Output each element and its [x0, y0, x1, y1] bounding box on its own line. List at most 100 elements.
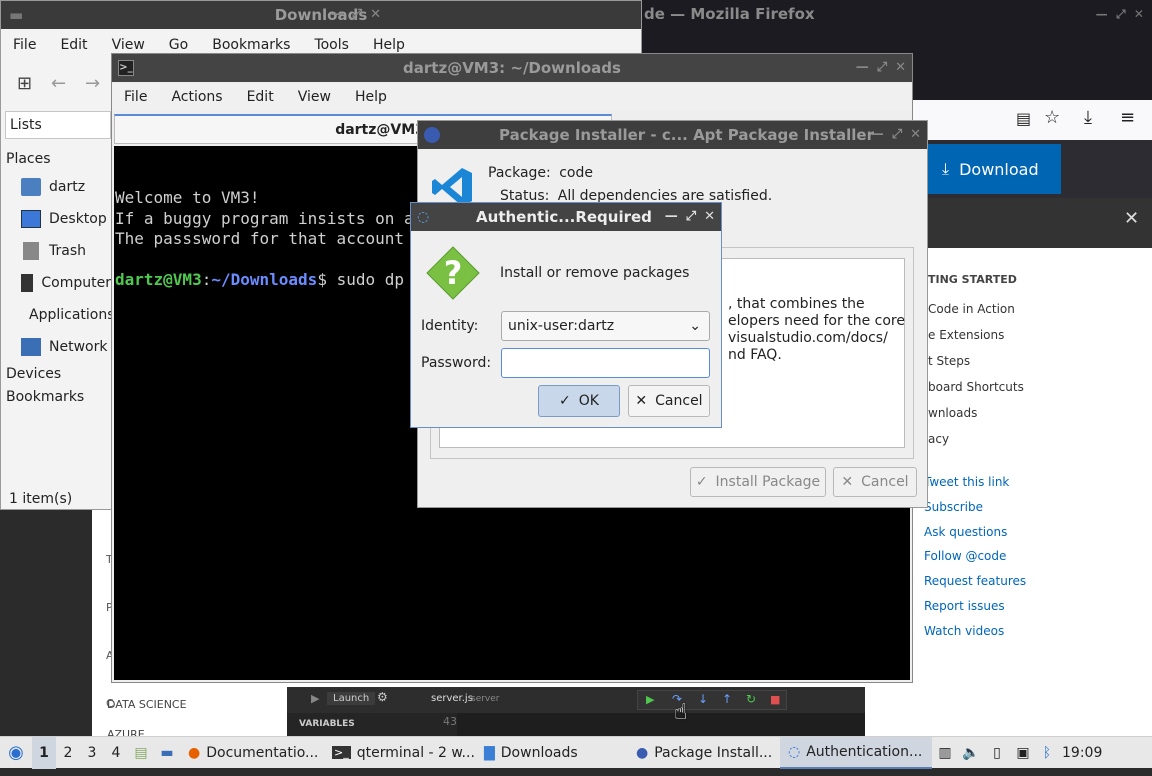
- start-menu-icon[interactable]: ◉: [0, 737, 32, 769]
- bookmarks-label[interactable]: Bookmarks: [5, 386, 111, 409]
- step-out-icon: ↑: [722, 692, 733, 706]
- line-number: 43: [443, 715, 457, 728]
- forward-icon[interactable]: →: [85, 73, 100, 94]
- network-tray-icon[interactable]: ▣: [1010, 745, 1036, 761]
- menu-edit[interactable]: Edit: [48, 31, 99, 59]
- reader-icon[interactable]: ▤: [1016, 109, 1031, 128]
- menu-edit[interactable]: Edit: [235, 83, 286, 111]
- place-applications[interactable]: Applications: [5, 299, 115, 331]
- workspace-4[interactable]: 4: [104, 745, 128, 761]
- bookmark-star-icon[interactable]: ☆: [1044, 107, 1060, 128]
- installer-cancel-button[interactable]: ✕ Cancel: [833, 467, 917, 497]
- desktop-icon: [21, 210, 41, 228]
- task-firefox[interactable]: ● Documentatio...: [180, 737, 324, 769]
- devices-label[interactable]: Devices: [5, 363, 111, 386]
- download-icon: ⤓: [942, 159, 950, 178]
- taskbar: ◉ 1 2 3 4 ▤ ▬ ● Documentatio... >_ qtermin…: [0, 736, 1152, 769]
- show-desktop-icon[interactable]: ▬: [154, 745, 180, 761]
- firefox-window-controls[interactable]: — ⤢ ✕: [1096, 0, 1144, 28]
- place-trash[interactable]: Trash: [5, 235, 111, 267]
- password-label: Password:: [421, 355, 492, 371]
- side-item[interactable]: e Extensions: [928, 322, 1024, 348]
- task-authentication[interactable]: ◌ Authentication...: [780, 736, 932, 769]
- ok-button[interactable]: ✓ OK: [538, 385, 620, 417]
- link-tweet[interactable]: Tweet this link: [924, 470, 1026, 495]
- bluetooth-icon[interactable]: ᛒ: [1036, 745, 1058, 761]
- volume-icon[interactable]: 🔈: [958, 745, 984, 761]
- new-tab-icon[interactable]: ⊞: [17, 73, 32, 94]
- data-science-label[interactable]: DATA SCIENCE: [107, 698, 187, 711]
- identity-select[interactable]: unix-user:dartz ⌄: [501, 311, 710, 341]
- menu-help[interactable]: Help: [343, 83, 399, 111]
- auth-titlebar[interactable]: ◌ Authentic...Required — ⤢ ✕: [411, 203, 721, 231]
- side-item[interactable]: board Shortcuts: [928, 374, 1024, 400]
- tray-disk-icon[interactable]: ▥: [932, 745, 958, 761]
- package-label: Package:: [488, 165, 551, 181]
- auth-message: Install or remove packages: [500, 265, 690, 281]
- close-icon[interactable]: ✕: [1124, 208, 1139, 229]
- clipboard-icon[interactable]: ▯: [984, 745, 1010, 761]
- workspace-2[interactable]: 2: [56, 745, 80, 761]
- task-downloads[interactable]: ▇ Downloads: [476, 737, 628, 769]
- place-network[interactable]: Network: [5, 331, 111, 363]
- link-watch-videos[interactable]: Watch videos: [924, 619, 1026, 644]
- install-package-button[interactable]: ✓ Install Package: [690, 467, 826, 497]
- firefox-toolbar: ▤ ☆ ⤓ ≡: [912, 100, 1152, 140]
- link-report-issues[interactable]: Report issues: [924, 594, 1026, 619]
- password-input[interactable]: [501, 348, 710, 378]
- downloads-icon[interactable]: ⤓: [1084, 107, 1092, 128]
- terminal-titlebar[interactable]: >_ dartz@VM3: ~/Downloads — ⤢ ✕: [112, 54, 912, 82]
- workspace-3[interactable]: 3: [80, 745, 104, 761]
- clock[interactable]: 19:09: [1058, 745, 1102, 761]
- terminal-title: dartz@VM3: ~/Downloads: [403, 59, 621, 77]
- link-ask-questions[interactable]: Ask questions: [924, 520, 1026, 545]
- task-package-installer[interactable]: ● Package Install...: [628, 737, 780, 769]
- computer-icon: [21, 274, 34, 292]
- step-into-icon: ↓: [698, 692, 709, 706]
- package-installer-titlebar[interactable]: Package Installer - c... Apt Package Ins…: [418, 121, 927, 149]
- firefox-icon: ●: [188, 744, 201, 761]
- place-desktop[interactable]: Desktop: [5, 203, 111, 235]
- file-tab-sub: server: [471, 694, 500, 704]
- menu-file[interactable]: File: [112, 83, 159, 111]
- description-line: nd FAQ.: [728, 347, 782, 363]
- auth-cancel-button[interactable]: ✕ Cancel: [628, 385, 710, 417]
- auth-window-controls[interactable]: — ⤢ ✕: [665, 203, 715, 231]
- task-label: Package Install...: [654, 744, 773, 761]
- terminal-prompt: dartz@VM3:~/Downloads$ sudo dp: [115, 270, 414, 291]
- description-line: elopers need for the core: [728, 313, 905, 329]
- task-qterminal[interactable]: >_ qterminal - 2 w...: [324, 737, 476, 769]
- task-label: qterminal - 2 w...: [356, 744, 475, 761]
- lists-header[interactable]: Lists: [5, 111, 111, 139]
- terminal-window-controls[interactable]: — ⤢ ✕: [856, 54, 906, 82]
- place-dartz[interactable]: dartz: [5, 171, 111, 203]
- file-manager-window-controls[interactable]: — ⤢ ✕: [331, 1, 381, 29]
- places-panel: Places dartz Desktop Trash Computer Appl…: [5, 149, 115, 409]
- editor-screenshot: ▶ Launch ⚙ server.js server ▶ ↷ ↓ ↑ ↻ ■ …: [287, 687, 865, 736]
- menu-file[interactable]: File: [1, 31, 48, 59]
- file-manager-launcher-icon[interactable]: ▤: [128, 745, 154, 761]
- back-icon[interactable]: ←: [51, 73, 66, 94]
- workspace-1[interactable]: 1: [32, 736, 56, 769]
- hamburger-menu-icon[interactable]: ≡: [1120, 107, 1135, 128]
- menu-actions[interactable]: Actions: [159, 83, 234, 111]
- file-tab: server.js: [431, 693, 473, 704]
- link-subscribe[interactable]: Subscribe: [924, 495, 1026, 520]
- download-label: Download: [959, 159, 1039, 179]
- side-item[interactable]: wnloads: [928, 400, 1024, 426]
- authentication-dialog: ◌ Authentic...Required — ⤢ ✕ ? Install or …: [410, 202, 722, 428]
- file-manager-titlebar[interactable]: ▬ Downloads — ⤢ ✕: [1, 1, 641, 29]
- installer-window-controls[interactable]: — ⤢ ✕: [871, 121, 921, 149]
- menu-view[interactable]: View: [286, 83, 343, 111]
- side-item[interactable]: t Steps: [928, 348, 1024, 374]
- link-follow[interactable]: Follow @code: [924, 544, 1026, 569]
- download-button[interactable]: ⤓ Download: [928, 144, 1061, 194]
- place-computer[interactable]: Computer: [5, 267, 111, 299]
- installer-title: Package Installer - c... Apt Package Ins…: [499, 126, 874, 144]
- side-item[interactable]: Code in Action: [928, 296, 1024, 322]
- link-request-features[interactable]: Request features: [924, 569, 1026, 594]
- side-item[interactable]: acy: [928, 426, 1024, 452]
- place-label: Desktop: [49, 211, 107, 227]
- getting-started-list: Code in Action e Extensions t Steps boar…: [928, 296, 1024, 452]
